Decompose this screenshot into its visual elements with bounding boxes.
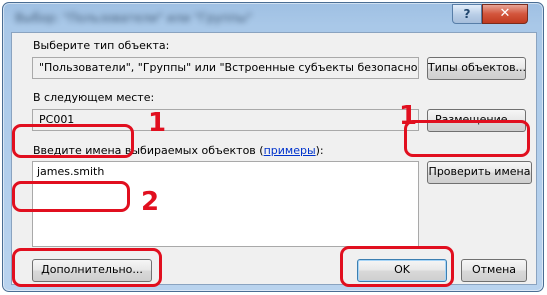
object-types-button-label: Типы объектов...	[428, 61, 526, 74]
locations-button-highlight	[404, 120, 530, 157]
object-type-value: "Пользователи", "Группы" или "Встроенные…	[39, 61, 418, 74]
close-button[interactable]: ✕	[482, 4, 528, 24]
step-one-marker-left: 1	[148, 108, 167, 138]
help-button[interactable]: ?	[452, 4, 482, 24]
step-two-marker: 2	[141, 187, 160, 217]
check-names-button-label: Проверить имена	[428, 165, 531, 178]
object-names-value: james.smith	[37, 165, 105, 178]
cancel-button[interactable]: Отмена	[461, 259, 527, 282]
names-label-suffix: ):	[315, 144, 324, 157]
dialog-title: Выбор: "Пользователи" или "Группы"	[15, 11, 253, 25]
step-one-marker-right: 1	[399, 101, 418, 131]
help-icon: ?	[463, 7, 471, 21]
cancel-button-label: Отмена	[471, 263, 517, 276]
ok-button-highlight	[340, 246, 454, 287]
names-value-highlight	[12, 181, 130, 212]
close-icon: ✕	[499, 6, 511, 21]
location-value-highlight	[12, 124, 134, 158]
advanced-button-highlight	[12, 248, 162, 287]
object-type-field: "Пользователи", "Группы" или "Встроенные…	[32, 57, 419, 79]
examples-link[interactable]: примеры	[264, 144, 316, 157]
object-type-label: Выберите тип объекта:	[33, 39, 170, 52]
object-types-button[interactable]: Типы объектов...	[427, 57, 526, 80]
location-label: В следующем месте:	[33, 91, 155, 104]
check-names-button[interactable]: Проверить имена	[427, 161, 532, 184]
title-bar[interactable]: Выбор: "Пользователи" или "Группы" ? ✕	[3, 3, 543, 32]
